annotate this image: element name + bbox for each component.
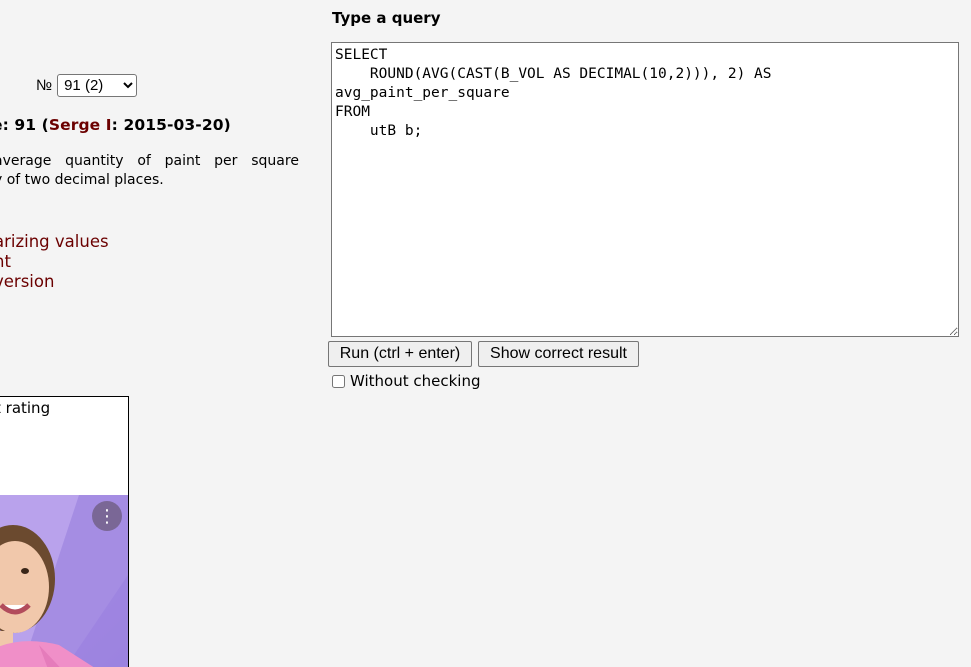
task-word: average xyxy=(0,153,52,169)
topic-links: arizing values nt version xyxy=(0,232,109,292)
task-word: per xyxy=(214,153,238,169)
exercise-title-prefix: e: 91 ( xyxy=(0,116,49,134)
more-options-icon[interactable]: ⋮ xyxy=(92,501,122,531)
exercise-title: e: 91 (Serge I: 2015-03-20) xyxy=(0,116,231,134)
run-button[interactable]: Run (ctrl + enter) xyxy=(328,341,472,367)
topic-link[interactable]: version xyxy=(0,272,109,292)
exercise-title-suffix: : 2015-03-20) xyxy=(111,116,231,134)
rating-label: t rating xyxy=(0,399,51,417)
topic-link[interactable]: arizing values xyxy=(0,232,109,252)
rating-box: t rating ⋮ xyxy=(0,396,129,667)
query-editor[interactable]: SELECT ROUND(AVG(CAST(B_VOL AS DECIMAL(1… xyxy=(331,42,959,337)
query-label: Type a query xyxy=(332,9,441,27)
left-pane: № 91 (2) e: 91 (Serge I: 2015-03-20) ave… xyxy=(0,0,310,667)
task-word: paint xyxy=(164,153,201,169)
task-line-1: average quantity of paint per square xyxy=(0,152,299,171)
show-correct-result-button[interactable]: Show correct result xyxy=(478,341,639,367)
exercise-author-link[interactable]: Serge I xyxy=(49,116,112,134)
without-checking-checkbox[interactable] xyxy=(332,374,345,388)
task-word: of xyxy=(137,153,151,169)
exercise-select[interactable]: 91 (2) xyxy=(57,74,138,97)
task-word: square xyxy=(251,153,299,169)
topic-link[interactable]: nt xyxy=(0,252,109,272)
exercise-number-label: № xyxy=(36,77,53,94)
exercise-select-row: № 91 (2) xyxy=(36,74,138,97)
task-line-2: y of two decimal places. xyxy=(0,172,164,188)
without-checking-label: Without checking xyxy=(350,372,481,390)
task-word: quantity xyxy=(65,153,124,169)
task-description: average quantity of paint per square y o… xyxy=(0,152,299,190)
ad-image[interactable]: ⋮ xyxy=(0,495,128,667)
without-checking-option[interactable]: Without checking xyxy=(332,372,481,390)
